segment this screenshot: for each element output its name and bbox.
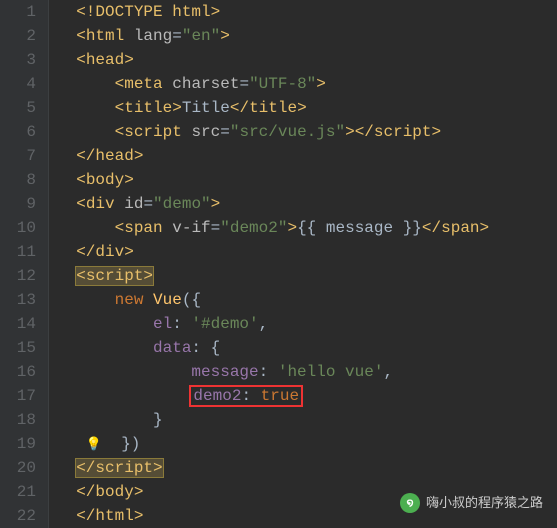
wechat-icon: ໑ [400,493,420,513]
line-number: 3 [8,48,36,72]
line-number: 2 [8,24,36,48]
line-number: 17 [8,384,36,408]
line-number: 13 [8,288,36,312]
code-line[interactable]: 💡 }) [57,432,489,456]
code-line[interactable]: <script src="src/vue.js"></script> [57,120,489,144]
code-line[interactable]: new Vue({ [57,288,489,312]
line-number: 20 [8,456,36,480]
line-number: 1 [8,0,36,24]
doctype: <!DOCTYPE html> [76,3,220,21]
line-number: 8 [8,168,36,192]
highlight-close-tag: </script> [76,459,162,477]
code-line[interactable]: </div> [57,240,489,264]
line-number-gutter: 1 2 3 4 5 6 7 8 9 10 11 12 13 14 15 16 1… [0,0,49,528]
code-line[interactable]: <html lang="en"> [57,24,489,48]
code-line[interactable]: <!DOCTYPE html> [57,0,489,24]
code-editor[interactable]: 1 2 3 4 5 6 7 8 9 10 11 12 13 14 15 16 1… [0,0,557,528]
highlight-red-box: demo2: true [191,387,301,405]
code-line[interactable]: data: { [57,336,489,360]
line-number: 22 [8,504,36,528]
line-number: 5 [8,96,36,120]
code-line[interactable]: <div id="demo"> [57,192,489,216]
code-line[interactable]: </script> [57,456,489,480]
line-number: 11 [8,240,36,264]
line-number: 21 [8,480,36,504]
code-line[interactable]: <head> [57,48,489,72]
watermark: ໑ 嗨小叔的程序猿之路 [400,491,543,515]
code-line[interactable]: <script> [57,264,489,288]
line-number: 7 [8,144,36,168]
lightbulb-icon[interactable]: 💡 [86,437,102,452]
line-number: 18 [8,408,36,432]
code-line[interactable]: <meta charset="UTF-8"> [57,72,489,96]
watermark-text: 嗨小叔的程序猿之路 [426,491,543,515]
code-line[interactable]: <span v-if="demo2">{{ message }}</span> [57,216,489,240]
line-number: 9 [8,192,36,216]
code-line[interactable]: </head> [57,144,489,168]
code-line[interactable]: demo2: true [57,384,489,408]
line-number: 4 [8,72,36,96]
code-line[interactable]: el: '#demo', [57,312,489,336]
code-line[interactable]: } [57,408,489,432]
line-number: 10 [8,216,36,240]
highlight-open-tag: <script> [76,267,153,285]
line-number: 16 [8,360,36,384]
code-line[interactable]: <body> [57,168,489,192]
line-number: 15 [8,336,36,360]
line-number: 14 [8,312,36,336]
line-number: 12 [8,264,36,288]
code-line[interactable]: <title>Title</title> [57,96,489,120]
code-line[interactable]: message: 'hello vue', [57,360,489,384]
line-number: 6 [8,120,36,144]
line-number: 19 [8,432,36,456]
code-area[interactable]: <!DOCTYPE html> <html lang="en"> <head> … [49,0,489,528]
